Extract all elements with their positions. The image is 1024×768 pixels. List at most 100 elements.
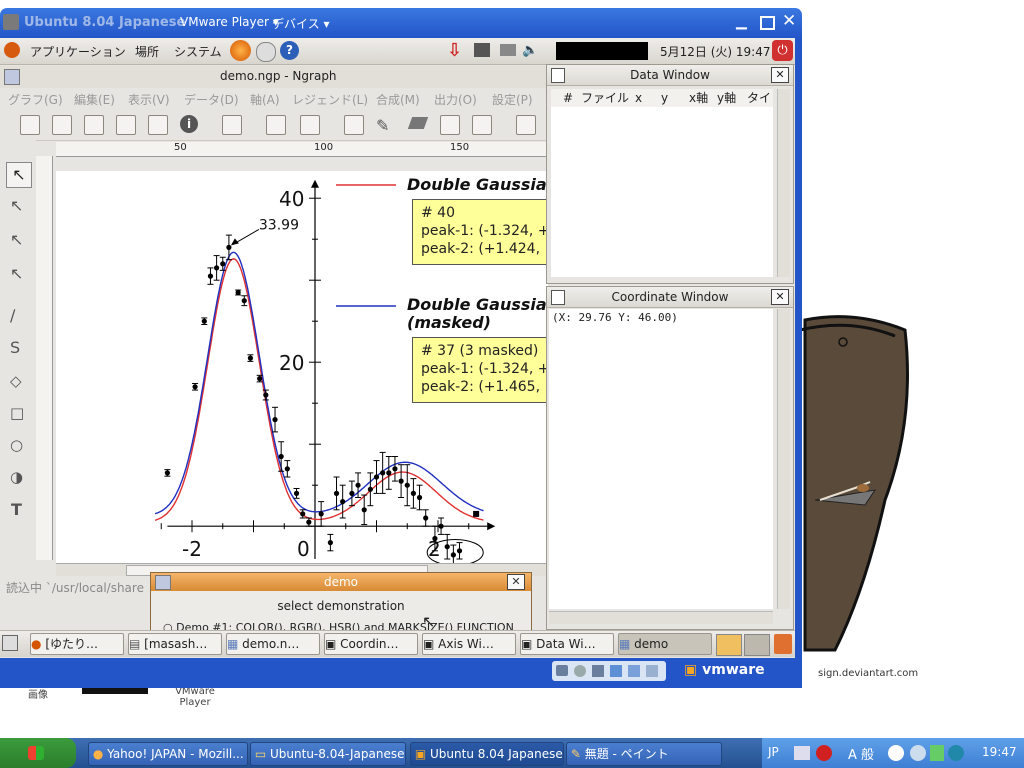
data-window-vertical-scrollbar[interactable] <box>777 89 790 277</box>
cdrom-icon[interactable] <box>574 665 586 677</box>
taskbar-clock[interactable]: 19:47 <box>982 745 1017 759</box>
toolbar-clear-icon[interactable] <box>222 115 242 135</box>
vmware-device-icons[interactable] <box>552 661 666 681</box>
data-table-body[interactable] <box>551 107 773 277</box>
demo-dialog-close-button[interactable]: ✕ <box>507 574 525 590</box>
task-terminal[interactable]: ▤ [masash… <box>128 633 222 655</box>
toolbar-axis-icon[interactable] <box>52 115 72 135</box>
toolbar-legend-icon[interactable] <box>344 115 364 135</box>
print-icon[interactable] <box>440 115 460 135</box>
trash-icon[interactable] <box>774 634 792 654</box>
menu-view[interactable]: 表示(V) <box>128 91 170 108</box>
language-indicator[interactable]: JP <box>768 745 779 759</box>
network-status-icon[interactable] <box>474 43 490 57</box>
demo-dialog-title-bar[interactable]: demo ✕ <box>151 573 531 591</box>
mark-tool-icon[interactable]: ◑ <box>10 468 23 486</box>
toolbar-frame-icon[interactable] <box>116 115 136 135</box>
sound-icon[interactable] <box>646 665 658 677</box>
ubuntu-logo-icon[interactable] <box>4 42 20 58</box>
xp-task-firefox[interactable]: ● Yahoo! JAPAN - Mozill... <box>88 742 248 766</box>
axis-pointer-tool-icon[interactable]: ↖ <box>10 230 23 249</box>
col-file[interactable]: ファイル <box>581 89 629 107</box>
grid-icon[interactable] <box>516 115 536 135</box>
graph-canvas[interactable]: -2 0 2 20 40 33.99 Double Gaussian # 40 peak-… <box>56 171 562 566</box>
ime-mode[interactable]: A 般 <box>848 744 874 763</box>
ime-icon[interactable] <box>794 746 810 760</box>
eraser-icon[interactable] <box>407 117 429 129</box>
menu-applications[interactable]: アプリケーション <box>30 43 126 60</box>
task-axis-window[interactable]: ▣ Axis Wi… <box>422 633 516 655</box>
update-notifier-icon[interactable]: ⇩ <box>447 40 462 61</box>
text-tool-icon[interactable]: T <box>11 500 22 519</box>
vmware-title-bar[interactable]: Ubuntu 8.04 Japanese VMware Player ▾ デバイ… <box>0 8 802 38</box>
hdd-icon[interactable] <box>556 665 568 676</box>
polygon-tool-icon[interactable]: ◇ <box>10 372 22 390</box>
task-coordinate-window[interactable]: ▣ Coordin… <box>324 633 418 655</box>
curve-tool-icon[interactable]: S <box>10 338 20 357</box>
printer-icon[interactable] <box>500 44 516 56</box>
desktop-icon-label-vmware[interactable]: VMware Player <box>165 686 225 708</box>
start-button[interactable] <box>0 738 76 768</box>
menu-places[interactable]: 場所 <box>135 43 159 60</box>
data-window-close-button[interactable]: ✕ <box>771 67 789 83</box>
coordinate-window-title-bar[interactable]: Coordinate Window ✕ <box>547 287 793 308</box>
show-desktop-icon[interactable] <box>2 635 18 651</box>
pencil-icon[interactable]: ✎ <box>376 116 389 135</box>
menu-legend[interactable]: レジェンド(L) <box>292 91 368 108</box>
menu-preferences[interactable]: 設定(P) <box>492 91 533 108</box>
menu-merge[interactable]: 合成(M) <box>376 91 420 108</box>
text-pointer-tool-icon[interactable]: ↖ <box>10 196 23 215</box>
toolbar-scale-icon[interactable] <box>148 115 168 135</box>
menu-graph[interactable]: グラフ(G) <box>8 91 63 108</box>
xp-task-folder[interactable]: ▭ Ubuntu-8.04-Japanese <box>250 742 406 766</box>
vmware-devices-menu[interactable]: デバイス ▾ <box>272 15 329 32</box>
col-index[interactable]: # <box>563 89 573 107</box>
floppy-icon[interactable] <box>592 665 604 677</box>
pointer-tool-icon[interactable]: ↖ <box>6 162 32 188</box>
ngraph-title-bar[interactable]: demo.ngp - Ngraph <box>0 66 548 88</box>
col-x-axis[interactable]: x軸 <box>689 89 708 107</box>
task-ngraph[interactable]: ▦ demo.n… <box>226 633 320 655</box>
col-type[interactable]: タイ <box>747 89 771 107</box>
menu-system[interactable]: システム <box>174 43 222 60</box>
toolbar-merge-icon[interactable] <box>266 115 286 135</box>
coordinate-window-vertical-scrollbar[interactable] <box>777 309 790 609</box>
toolbar-merge2-icon[interactable] <box>300 115 320 135</box>
trimming-tool-icon[interactable]: ↖ <box>10 264 23 283</box>
menu-data[interactable]: データ(D) <box>184 91 239 108</box>
firefox-icon[interactable] <box>230 40 251 61</box>
tray-arrow-icon[interactable] <box>910 745 926 761</box>
maximize-icon[interactable] <box>760 16 775 30</box>
info-icon[interactable]: i <box>180 115 198 133</box>
col-y[interactable]: y <box>661 89 668 107</box>
mail-icon[interactable] <box>256 42 276 62</box>
ime-tool-icon[interactable] <box>888 745 904 761</box>
help-icon[interactable]: ? <box>280 41 299 60</box>
usb-icon[interactable] <box>628 665 640 677</box>
task-data-window[interactable]: ▣ Data Wi… <box>520 633 614 655</box>
workspace-2[interactable] <box>744 634 770 656</box>
col-x[interactable]: x <box>635 89 642 107</box>
network-icon[interactable] <box>610 665 622 677</box>
xp-task-vmware[interactable]: ▣ Ubuntu 8.04 Japanese <box>410 742 564 766</box>
task-firefox[interactable]: ● [ゆたり… <box>30 633 124 655</box>
vmware-player-menu[interactable]: VMware Player ▾ <box>180 15 279 29</box>
toolbar-file-icon[interactable] <box>20 115 40 135</box>
panel-clock[interactable]: 5月12日 (火) 19:47 <box>660 43 770 60</box>
menu-output[interactable]: 出力(O) <box>434 91 477 108</box>
task-demo[interactable]: ▦ demo <box>618 633 712 655</box>
arc-tool-icon[interactable]: ○ <box>10 436 23 454</box>
desktop-icon-label-images[interactable]: 画像 <box>18 686 58 701</box>
minimize-icon[interactable]: ▁ <box>736 14 747 30</box>
data-window-title-bar[interactable]: Data Window ✕ <box>547 65 793 86</box>
coordinate-window-close-button[interactable]: ✕ <box>771 289 789 305</box>
line-tool-icon[interactable]: ∕ <box>10 306 15 325</box>
window-icon[interactable] <box>472 115 492 135</box>
volume-icon[interactable]: 🔈 <box>522 43 538 58</box>
coordinate-readout-area[interactable]: (X: 29.76 Y: 46.00) <box>549 309 773 609</box>
xp-task-paint[interactable]: ✎ 無題 - ペイント <box>566 742 722 766</box>
menu-axis[interactable]: 軸(A) <box>250 91 280 108</box>
coordinate-window-horizontal-scrollbar[interactable] <box>549 611 773 624</box>
legend2-fit-box[interactable]: # 37 (3 masked) peak-1: (-1.324, + peak-… <box>412 337 562 403</box>
rectangle-tool-icon[interactable]: □ <box>10 404 24 422</box>
